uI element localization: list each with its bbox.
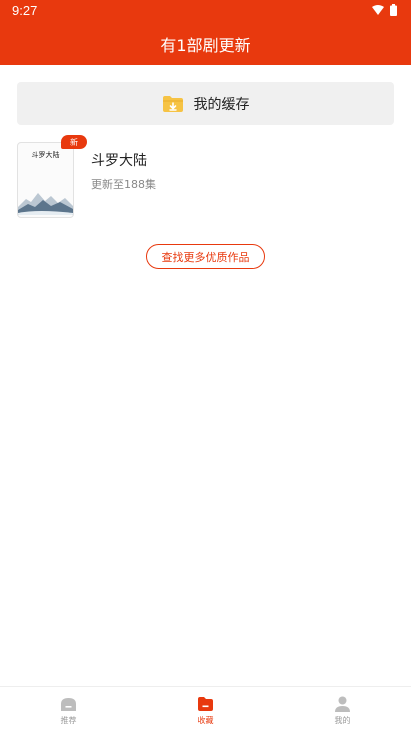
tab-favorites[interactable]: 收藏 [137, 687, 274, 732]
bottom-tab-bar: 推荐 收藏 我的 [0, 686, 411, 732]
status-bar: 9:27 [0, 0, 411, 22]
tab-recommend[interactable]: 推荐 [0, 687, 137, 732]
status-icons [372, 4, 397, 16]
tab-mine[interactable]: 我的 [274, 687, 411, 732]
wifi-icon [372, 5, 384, 15]
tab-mine-label: 我的 [334, 716, 351, 725]
user-icon [335, 696, 350, 712]
my-cache-label: 我的缓存 [193, 96, 250, 113]
item-update-status: 更新至188集 [91, 178, 156, 191]
list-item[interactable]: 斗罗大陆 新 斗罗大陆 更新至188集 [17, 135, 394, 220]
home-icon [61, 698, 76, 711]
item-title: 斗罗大陆 [91, 153, 147, 169]
mountain-landscape-icon [18, 193, 73, 215]
folder-icon [198, 697, 213, 711]
find-more-button[interactable]: 查找更多优质作品 [146, 244, 265, 269]
battery-icon [390, 4, 397, 16]
status-time: 9:27 [12, 3, 38, 18]
page-title: 有1部剧更新 [160, 36, 251, 55]
tab-favorites-label: 收藏 [197, 716, 214, 725]
my-cache-button[interactable]: 我的缓存 [17, 82, 394, 125]
tab-recommend-label: 推荐 [60, 716, 77, 725]
cover-image: 斗罗大陆 [17, 142, 74, 218]
new-badge: 新 [61, 135, 87, 149]
cover-title: 斗罗大陆 [31, 151, 60, 159]
app-header: 9:27 有1部剧更新 [0, 0, 411, 65]
folder-download-icon [162, 95, 183, 112]
